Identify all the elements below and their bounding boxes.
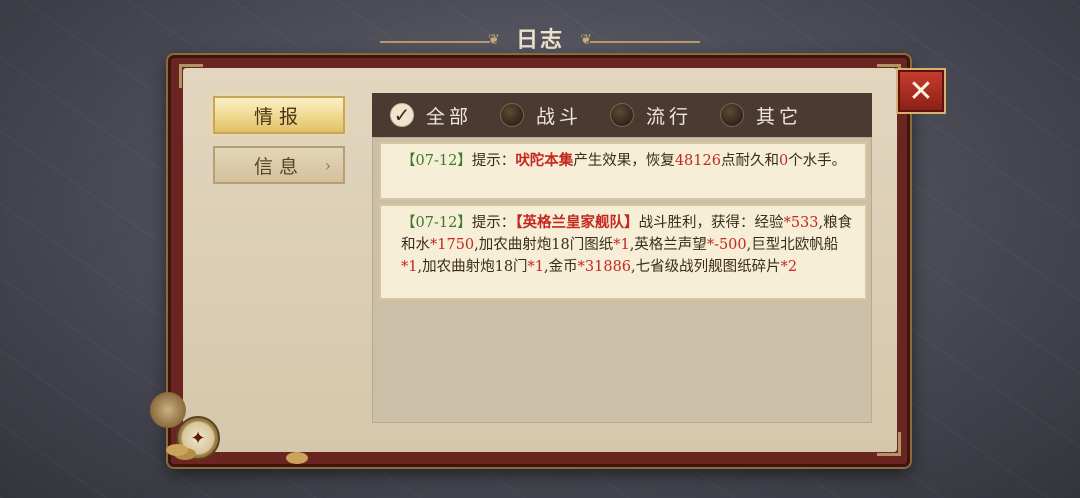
window-title: 日志 <box>515 27 564 53</box>
entry-value: *31886 <box>577 259 632 275</box>
filter-bar: ✓ 全部 战斗 流行 其它 <box>372 93 872 137</box>
title-ornament-right <box>590 41 700 43</box>
entry-date: 【07-12】 <box>401 153 472 169</box>
checkbox-unchecked-icon[interactable] <box>720 103 745 127</box>
corner-ornament <box>179 64 203 88</box>
coins-icon <box>166 444 188 456</box>
title-bar: ❦ 日志 ❦ <box>380 18 700 54</box>
filter-all[interactable]: ✓ 全部 <box>390 102 472 129</box>
entry-text: ,加农曲射炮18门图纸 <box>474 237 614 253</box>
title-flourish-right-icon: ❦ <box>580 32 592 48</box>
close-x-icon: ✕ <box>908 73 934 109</box>
entry-prefix: 提示： <box>471 215 516 231</box>
entry-text: ,英格兰声望 <box>629 237 707 253</box>
log-entry: 【07-12】提示：吠陀本集产生效果，恢复48126点耐久和0个水手。 <box>379 142 867 200</box>
log-entry: 【07-12】提示：【英格兰皇家舰队】战斗胜利，获得：经验*533,粮食和水*1… <box>379 204 867 300</box>
log-list[interactable]: 【07-12】提示：吠陀本集产生效果，恢复48126点耐久和0个水手。 【07-… <box>372 137 872 423</box>
tab-info-label: 信息 <box>253 155 304 178</box>
entry-text: 点耐久和 <box>720 153 779 169</box>
filter-other[interactable]: 其它 <box>720 102 802 129</box>
entry-value: *1 <box>613 237 630 253</box>
entry-text: 战斗胜利，获得：经验 <box>638 215 784 231</box>
entry-prefix: 提示： <box>471 153 516 169</box>
entry-text: ,加农曲射炮18门 <box>417 259 528 275</box>
entry-value: *533 <box>783 215 819 231</box>
checkbox-unchecked-icon[interactable] <box>610 103 635 127</box>
entry-text: ,七省级战列舰图纸碎片 <box>631 259 781 275</box>
filter-all-label: 全部 <box>426 105 473 128</box>
entry-value: *1750 <box>430 237 475 253</box>
filter-trend[interactable]: 流行 <box>610 102 692 129</box>
entry-fleet-name: 【英格兰皇家舰队】 <box>515 214 639 231</box>
checkbox-checked-icon[interactable]: ✓ <box>390 103 414 127</box>
entry-value: *1 <box>527 259 545 275</box>
filter-trend-label: 流行 <box>646 105 693 128</box>
chevron-right-icon: › <box>324 155 331 175</box>
entry-text: ,金币 <box>544 259 578 275</box>
entry-item-name: 吠陀本集 <box>515 152 574 169</box>
entry-value: *-500 <box>706 237 747 253</box>
filter-other-label: 其它 <box>756 105 803 128</box>
filter-battle[interactable]: 战斗 <box>500 102 582 129</box>
tab-intel[interactable]: 情报 <box>213 96 345 134</box>
checkbox-unchecked-icon[interactable] <box>500 103 525 127</box>
entry-text: 产生效果，恢复 <box>573 153 675 169</box>
entry-value: *2 <box>780 259 798 275</box>
entry-value: *1 <box>401 259 418 275</box>
tab-intel-label: 情报 <box>253 105 304 128</box>
entry-text: ,巨型北欧帆船 <box>746 237 839 253</box>
close-button[interactable]: ✕ <box>898 70 944 112</box>
entry-date: 【07-12】 <box>401 215 472 231</box>
entry-text: 个水手。 <box>788 153 847 169</box>
entry-value: 48126 <box>674 153 721 169</box>
tab-info[interactable]: 信息 › <box>213 146 345 184</box>
entry-value: 0 <box>778 153 789 169</box>
filter-battle-label: 战斗 <box>536 105 583 128</box>
corner-ornament <box>877 432 901 456</box>
